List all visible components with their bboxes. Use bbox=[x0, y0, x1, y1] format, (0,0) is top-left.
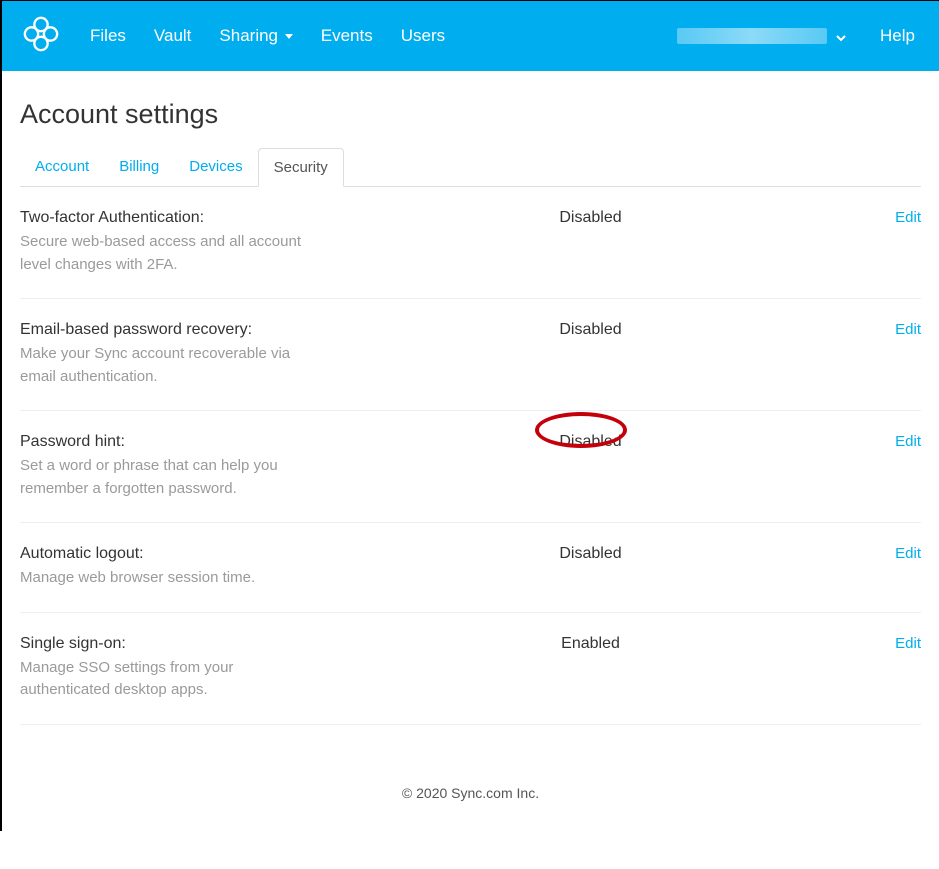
caret-down-icon bbox=[285, 34, 293, 39]
autologout-status: Disabled bbox=[320, 545, 861, 590]
pwhint-desc: Set a word or phrase that can help you r… bbox=[20, 455, 320, 500]
nav-sharing[interactable]: Sharing bbox=[219, 26, 292, 46]
settings-tabs: Account Billing Devices Security bbox=[20, 148, 921, 187]
twofa-status: Disabled bbox=[320, 209, 861, 276]
twofa-desc: Secure web-based access and all account … bbox=[20, 231, 320, 276]
sso-desc: Manage SSO settings from your authentica… bbox=[20, 657, 320, 702]
section-email-recovery: Email-based password recovery: Make your… bbox=[20, 299, 921, 411]
nav-vault[interactable]: Vault bbox=[154, 26, 192, 46]
sso-title: Single sign-on: bbox=[20, 635, 320, 653]
autologout-desc: Manage web browser session time. bbox=[20, 567, 320, 590]
pwhint-edit-link[interactable]: Edit bbox=[895, 433, 921, 450]
section-password-hint: Password hint: Set a word or phrase that… bbox=[20, 411, 921, 523]
twofa-edit-link[interactable]: Edit bbox=[895, 209, 921, 226]
tab-security[interactable]: Security bbox=[258, 148, 344, 187]
twofa-title: Two-factor Authentication: bbox=[20, 209, 320, 227]
user-name-redacted bbox=[677, 28, 827, 44]
nav-links: Files Vault Sharing Events Users bbox=[90, 26, 445, 46]
tab-devices[interactable]: Devices bbox=[174, 148, 257, 186]
nav-files[interactable]: Files bbox=[90, 26, 126, 46]
autologout-edit-link[interactable]: Edit bbox=[895, 545, 921, 562]
email-recovery-status: Disabled bbox=[320, 321, 861, 388]
section-two-factor: Two-factor Authentication: Secure web-ba… bbox=[20, 187, 921, 299]
autologout-title: Automatic logout: bbox=[20, 545, 320, 563]
email-recovery-title: Email-based password recovery: bbox=[20, 321, 320, 339]
user-menu-dropdown[interactable] bbox=[677, 28, 845, 44]
section-auto-logout: Automatic logout: Manage web browser ses… bbox=[20, 523, 921, 613]
email-recovery-desc: Make your Sync account recoverable via e… bbox=[20, 343, 320, 388]
main-content: Account settings Account Billing Devices… bbox=[2, 99, 939, 831]
section-sso: Single sign-on: Manage SSO settings from… bbox=[20, 613, 921, 725]
sso-edit-link[interactable]: Edit bbox=[895, 635, 921, 652]
page-title: Account settings bbox=[20, 99, 921, 130]
sync-logo-icon bbox=[22, 15, 60, 58]
nav-sharing-label: Sharing bbox=[219, 26, 278, 45]
top-navbar: Files Vault Sharing Events Users Help bbox=[2, 1, 939, 71]
email-recovery-edit-link[interactable]: Edit bbox=[895, 321, 921, 338]
tab-account[interactable]: Account bbox=[20, 148, 104, 186]
nav-users[interactable]: Users bbox=[401, 26, 445, 46]
pwhint-title: Password hint: bbox=[20, 433, 320, 451]
nav-help[interactable]: Help bbox=[880, 26, 915, 46]
tab-billing[interactable]: Billing bbox=[104, 148, 174, 186]
pwhint-status: Disabled bbox=[320, 433, 861, 500]
footer-text: © 2020 Sync.com Inc. bbox=[20, 785, 921, 801]
sso-status: Enabled bbox=[320, 635, 861, 702]
nav-events[interactable]: Events bbox=[321, 26, 373, 46]
chevron-down-icon bbox=[835, 31, 845, 41]
